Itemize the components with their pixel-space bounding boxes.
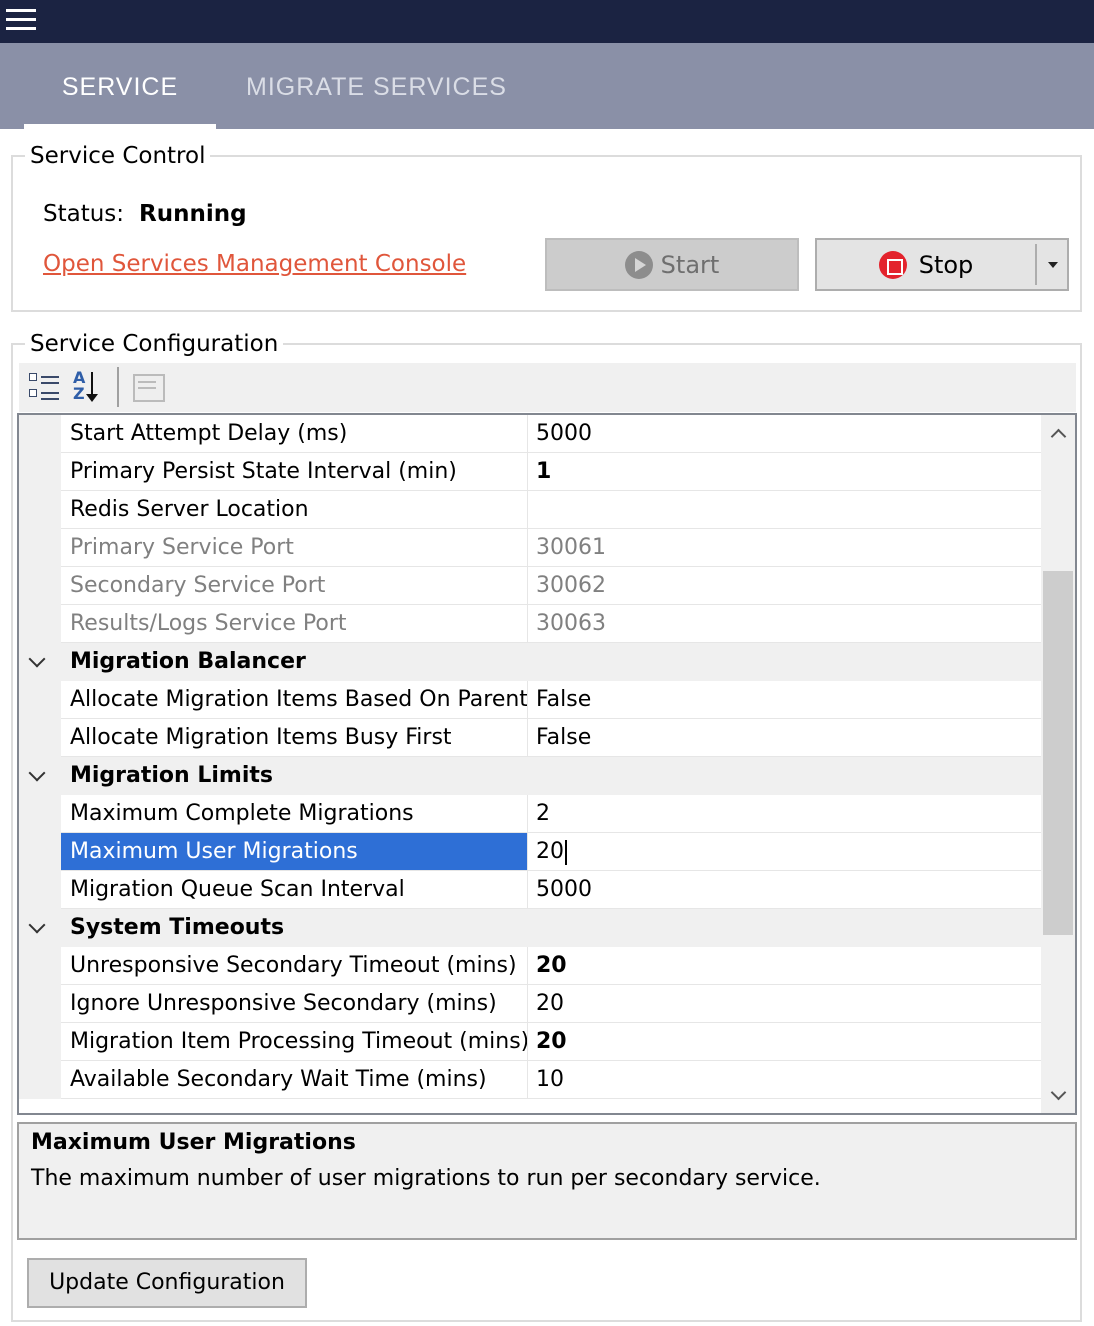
category-name: Migration Balancer <box>61 643 527 680</box>
property-name: Primary Service Port <box>70 535 294 560</box>
property-value: 30062 <box>536 573 606 598</box>
property-name: Allocate Migration Items Busy First <box>70 725 452 750</box>
property-row[interactable]: Secondary Service Port 30062 <box>19 567 1041 605</box>
property-row[interactable]: Unresponsive Secondary Timeout (mins) 20 <box>19 947 1041 985</box>
toolbar-separator <box>117 367 119 407</box>
property-value[interactable]: False <box>529 681 1041 718</box>
alphabetical-sort-icon[interactable]: AZ <box>71 369 107 405</box>
help-description: The maximum number of user migrations to… <box>31 1166 821 1191</box>
property-row[interactable]: Allocate Migration Items Busy First False <box>19 719 1041 757</box>
help-title: Maximum User Migrations <box>31 1130 356 1155</box>
stop-button-label: Stop <box>918 250 974 279</box>
category-name: System Timeouts <box>61 909 527 946</box>
property-name: Maximum User Migrations <box>61 833 527 870</box>
top-bar <box>0 0 1094 43</box>
vertical-scrollbar[interactable] <box>1041 415 1075 1113</box>
property-value-editor[interactable]: 20 <box>529 833 1041 870</box>
property-value[interactable]: 20 <box>529 985 1041 1022</box>
property-name: Redis Server Location <box>70 497 309 522</box>
property-name: Results/Logs Service Port <box>70 611 347 636</box>
update-configuration-button[interactable]: Update Configuration <box>27 1258 307 1308</box>
property-name: Start Attempt Delay (ms) <box>70 421 348 446</box>
property-row[interactable]: Ignore Unresponsive Secondary (mins) 20 <box>19 985 1041 1023</box>
service-control-group: Service Control Status: Running Open Ser… <box>11 141 1082 312</box>
status-value: Running <box>139 201 247 227</box>
stop-button[interactable]: Stop <box>817 240 1035 289</box>
tab-service[interactable]: SERVICE <box>24 43 216 129</box>
scrollbar-thumb[interactable] <box>1043 571 1073 935</box>
property-name: Migration Item Processing Timeout (mins) <box>70 1029 527 1054</box>
property-name: Primary Persist State Interval (min) <box>70 459 457 484</box>
tab-migrate-services[interactable]: MIGRATE SERVICES <box>246 43 507 129</box>
tab-bar: SERVICE MIGRATE SERVICES <box>0 43 1094 129</box>
property-grid: Start Attempt Delay (ms) 5000 Primary Per… <box>17 413 1077 1115</box>
property-row[interactable]: Migration Queue Scan Interval 5000 <box>19 871 1041 909</box>
property-value[interactable]: 20 <box>529 1023 1041 1060</box>
property-value: 30063 <box>536 611 606 636</box>
property-value[interactable]: False <box>529 719 1041 756</box>
menu-icon[interactable] <box>6 6 36 34</box>
property-value: 30061 <box>536 535 606 560</box>
categorized-icon[interactable] <box>27 369 63 405</box>
property-value[interactable]: 5000 <box>529 871 1041 908</box>
property-row[interactable]: Primary Service Port 30061 <box>19 529 1041 567</box>
property-value[interactable]: 2 <box>529 795 1041 832</box>
category-row[interactable]: Migration Limits <box>19 757 1041 795</box>
property-value[interactable]: 5000 <box>529 415 1041 452</box>
scroll-down-icon[interactable] <box>1041 1079 1075 1113</box>
property-row[interactable]: Start Attempt Delay (ms) 5000 <box>19 415 1041 453</box>
service-configuration-title: Service Configuration <box>25 329 284 359</box>
property-row[interactable]: Migration Item Processing Timeout (mins)… <box>19 1023 1041 1061</box>
property-value[interactable]: 10 <box>529 1061 1041 1098</box>
property-row[interactable]: Allocate Migration Items Based On Parent… <box>19 681 1041 719</box>
property-row[interactable]: Redis Server Location <box>19 491 1041 529</box>
service-configuration-group: Service Configuration AZ Start Attempt D… <box>11 329 1082 1322</box>
property-name: Migration Queue Scan Interval <box>70 877 405 902</box>
start-button: Start <box>545 238 799 291</box>
property-name: Available Secondary Wait Time (mins) <box>70 1067 487 1092</box>
property-row[interactable]: Primary Persist State Interval (min) 1 <box>19 453 1041 491</box>
property-grid-toolbar: AZ <box>19 363 1076 412</box>
start-button-label: Start <box>660 250 720 279</box>
property-value[interactable]: 20 <box>529 947 1041 984</box>
category-name: Migration Limits <box>61 757 527 794</box>
property-row[interactable]: Results/Logs Service Port 30063 <box>19 605 1041 643</box>
property-value[interactable]: 1 <box>529 453 1041 490</box>
help-panel: Maximum User Migrations The maximum numb… <box>17 1122 1077 1240</box>
property-value[interactable] <box>529 491 1041 528</box>
play-icon <box>624 250 653 279</box>
property-name: Maximum Complete Migrations <box>70 801 414 826</box>
category-row[interactable]: Migration Balancer <box>19 643 1041 681</box>
scroll-up-icon[interactable] <box>1041 415 1075 449</box>
property-row-selected[interactable]: Maximum User Migrations 20 <box>19 833 1041 871</box>
status-label: Status: <box>43 201 125 227</box>
property-name: Unresponsive Secondary Timeout (mins) <box>70 953 517 978</box>
property-name: Allocate Migration Items Based On Parent <box>70 687 527 712</box>
open-console-link[interactable]: Open Services Management Console <box>43 251 466 277</box>
service-control-title: Service Control <box>25 141 211 171</box>
property-name: Ignore Unresponsive Secondary (mins) <box>70 991 497 1016</box>
property-row[interactable]: Maximum Complete Migrations 2 <box>19 795 1041 833</box>
stop-icon <box>878 250 907 279</box>
property-row[interactable]: Available Secondary Wait Time (mins) 10 <box>19 1061 1041 1099</box>
property-pages-icon <box>129 369 165 405</box>
stop-split-button[interactable]: Stop <box>815 238 1069 291</box>
property-rows: Start Attempt Delay (ms) 5000 Primary Per… <box>19 415 1041 1099</box>
dropdown-arrow-icon[interactable] <box>1037 240 1069 289</box>
category-row[interactable]: System Timeouts <box>19 909 1041 947</box>
property-name: Secondary Service Port <box>70 573 326 598</box>
